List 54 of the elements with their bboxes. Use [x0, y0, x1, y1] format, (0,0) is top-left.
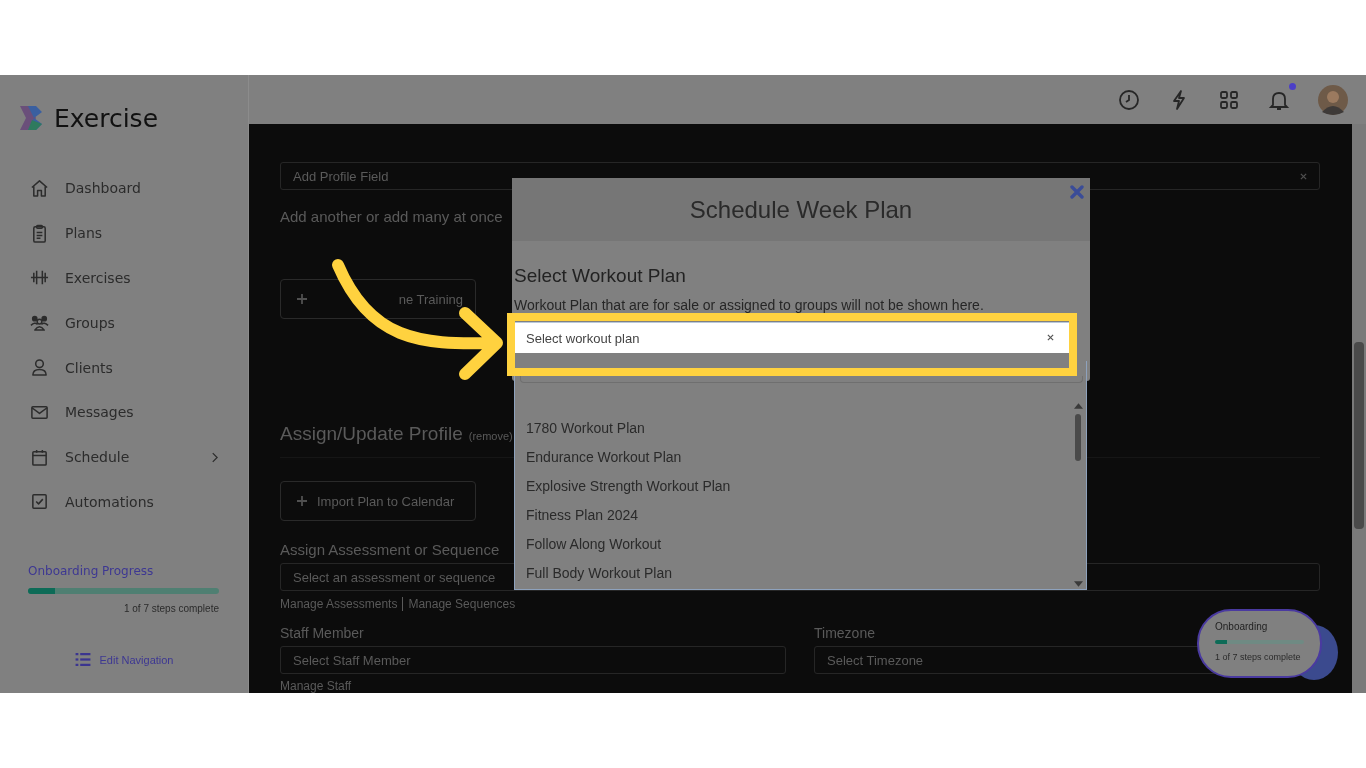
- manage-link[interactable]: Manage Sequences: [402, 597, 516, 611]
- section-title: Assign/Update Profile: [280, 423, 463, 445]
- staff-label: Staff Member: [280, 625, 364, 641]
- home-icon: [30, 178, 49, 198]
- info-text: Workout Plan that are for sale or assigned to groups will not be shown here.: [514, 297, 985, 313]
- dropdown-option[interactable]: Follow Along Workout: [526, 529, 1073, 558]
- scrollbar-thumb[interactable]: [1075, 414, 1081, 461]
- sidebar-item[interactable]: Exercises: [0, 255, 248, 301]
- manage-link[interactable]: Manage Assessments: [280, 597, 398, 611]
- sidebar-item[interactable]: Groups: [0, 300, 248, 346]
- dropdown-option[interactable]: 1780 Workout Plan: [526, 413, 1073, 442]
- logo-icon: [18, 104, 44, 132]
- modal-title: Schedule Week Plan: [689, 195, 913, 224]
- sidebar-item[interactable]: Messages: [0, 390, 248, 435]
- timezone-label: Timezone: [814, 625, 875, 641]
- manage-staff-link[interactable]: Manage Staff: [280, 679, 352, 693]
- scrollbar[interactable]: [1352, 124, 1366, 693]
- dropdown-option[interactable]: Explosive Strength Workout Plan: [526, 471, 1073, 500]
- dropdown-option[interactable]: Endurance Workout Plan: [526, 442, 1073, 471]
- dropdown-option[interactable]: Fitness Plan 2024: [526, 500, 1073, 529]
- clear-icon[interactable]: [1047, 334, 1054, 341]
- import-plan-button[interactable]: Import Plan to Calendar: [280, 481, 476, 521]
- avatar[interactable]: [1318, 84, 1348, 115]
- plus-icon: [297, 496, 307, 506]
- people-icon: [30, 313, 49, 333]
- clipboard-icon: [30, 223, 49, 243]
- sidebar-item[interactable]: Clients: [0, 345, 248, 390]
- close-icon[interactable]: [1070, 185, 1084, 199]
- person-icon: [30, 358, 49, 378]
- list-icon: [74, 653, 91, 667]
- steps-text: 1 of 7 steps complete: [123, 603, 219, 615]
- brand-name: Exercise: [54, 103, 159, 133]
- sidebar-item[interactable]: Plans: [0, 210, 248, 256]
- assessment-label: Assign Assessment or Sequence: [280, 541, 500, 558]
- checkbox-icon: [30, 492, 49, 512]
- staff-select[interactable]: Select Staff Member: [280, 646, 786, 674]
- scroll-up-icon[interactable]: [1073, 403, 1083, 409]
- dropdown-option[interactable]: Full Body Workout Plan: [526, 558, 1073, 587]
- search-field[interactable]: [520, 376, 1083, 383]
- sidebar-item[interactable]: Automations: [0, 479, 248, 525]
- edit-navigation-link[interactable]: Edit Navigation: [74, 653, 174, 667]
- training-button[interactable]: ne Training: [280, 279, 476, 319]
- plus-icon: [297, 294, 307, 304]
- grid-icon[interactable]: [1218, 88, 1240, 111]
- remove-link[interactable]: (remove): [468, 430, 513, 442]
- section-heading: Select Workout Plan: [514, 265, 687, 287]
- onboarding-title: Onboarding Progress: [28, 564, 155, 579]
- clock-icon[interactable]: [1118, 88, 1140, 111]
- sidebar-item[interactable]: Dashboard: [0, 166, 248, 211]
- workout-plan-select[interactable]: Select workout plan: [514, 322, 1070, 353]
- sidebar-item[interactable]: Schedule: [0, 434, 248, 480]
- add-note: Add another or add many at once: [280, 208, 503, 225]
- calendar-icon: [30, 447, 49, 467]
- scroll-down-icon[interactable]: [1073, 581, 1083, 587]
